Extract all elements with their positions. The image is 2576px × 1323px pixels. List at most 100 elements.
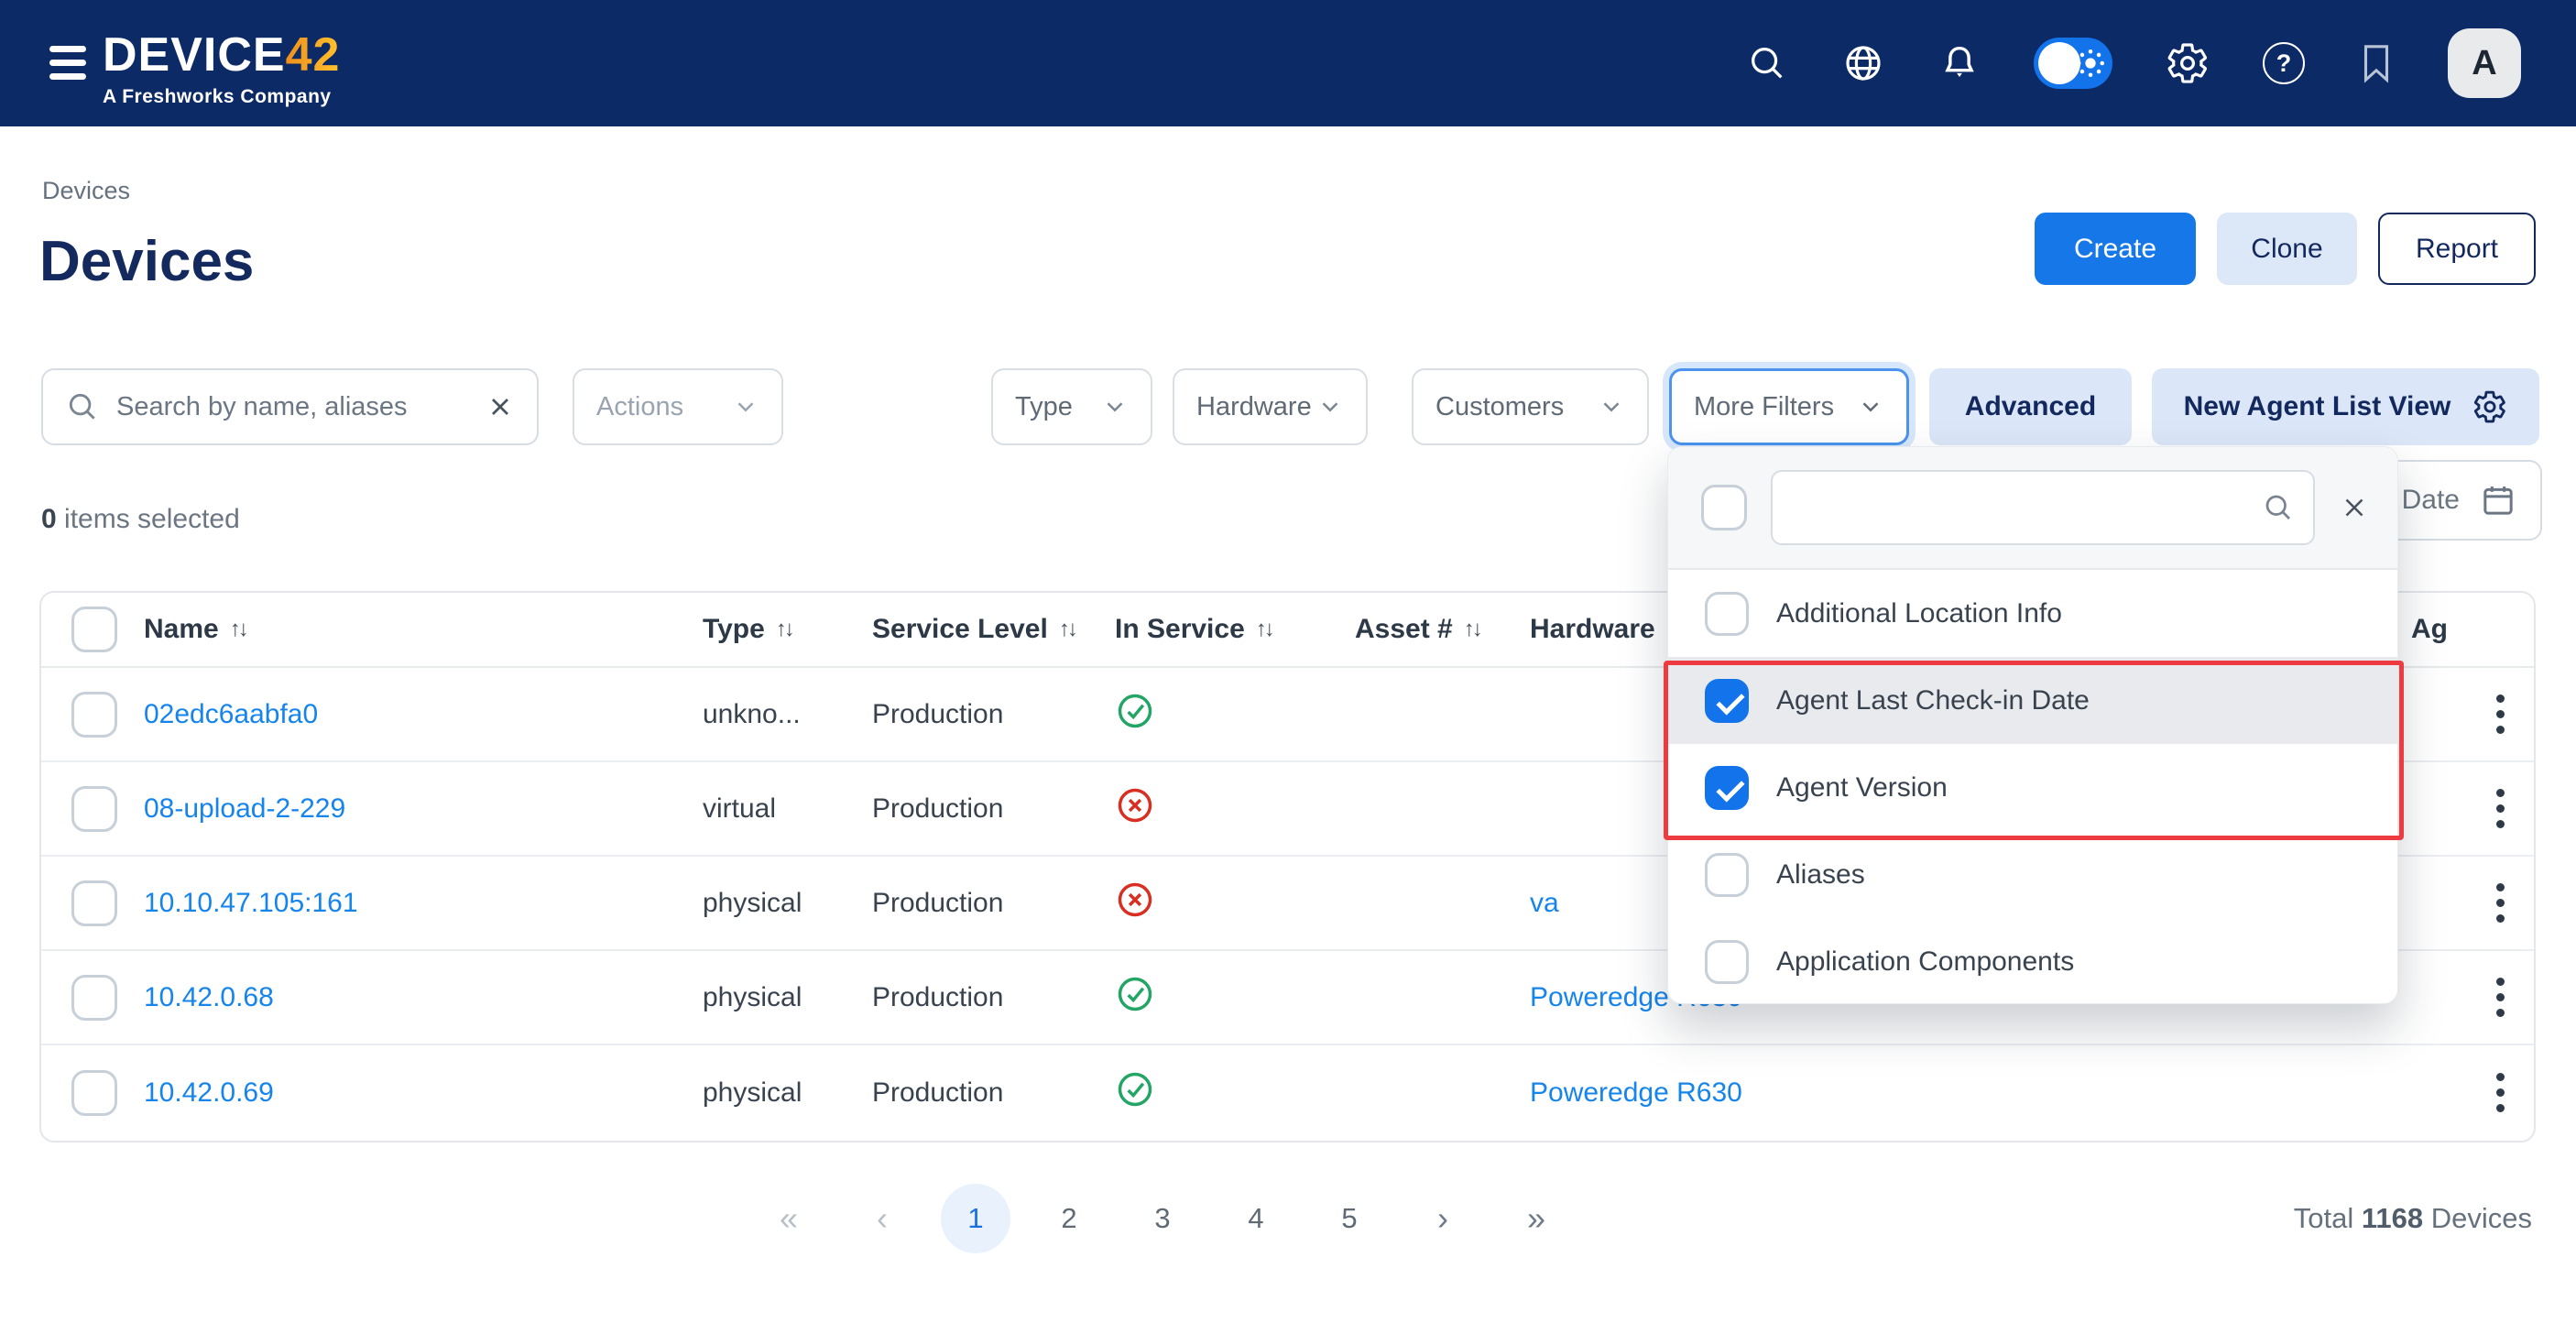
hardware-link[interactable]: Poweredge R630 bbox=[1530, 1077, 1742, 1108]
device-name-link[interactable]: 10.42.0.68 bbox=[144, 982, 274, 1012]
chevron-down-icon bbox=[1316, 393, 1344, 421]
device-name-link[interactable]: 02edc6aabfa0 bbox=[144, 699, 318, 729]
row-checkbox[interactable] bbox=[71, 1070, 117, 1116]
pagination-page-2[interactable]: 2 bbox=[1034, 1184, 1104, 1253]
sort-icon[interactable]: ↑↓ bbox=[230, 617, 246, 642]
select-all-checkbox[interactable] bbox=[71, 607, 117, 652]
menu-item-agent-last-check-in-date[interactable]: Agent Last Check-in Date bbox=[1668, 657, 2397, 744]
panel-select-all-checkbox[interactable] bbox=[1701, 485, 1747, 530]
type-filter-dropdown[interactable]: Type bbox=[991, 368, 1152, 445]
menu-checkbox[interactable] bbox=[1705, 766, 1749, 810]
menu-checkbox[interactable] bbox=[1705, 940, 1749, 984]
search-icon bbox=[65, 389, 100, 424]
customers-filter-dropdown[interactable]: Customers bbox=[1412, 368, 1649, 445]
row-menu-kebab-icon[interactable] bbox=[2496, 883, 2505, 923]
menu-checkbox[interactable] bbox=[1705, 679, 1749, 723]
row-checkbox[interactable] bbox=[71, 975, 117, 1021]
clone-button[interactable]: Clone bbox=[2217, 213, 2357, 285]
search-input[interactable] bbox=[116, 392, 469, 422]
pagination-prev[interactable]: ‹ bbox=[847, 1184, 917, 1253]
brand-tagline: A Freshworks Company bbox=[103, 86, 340, 108]
pagination: « ‹ 1 2 3 4 5 › » bbox=[754, 1184, 1571, 1253]
panel-search-input[interactable] bbox=[1773, 493, 2313, 522]
device-type: virtual bbox=[703, 793, 872, 825]
device-search bbox=[41, 368, 539, 445]
device-name-link[interactable]: 10.42.0.69 bbox=[144, 1077, 274, 1108]
chevron-down-icon bbox=[1598, 393, 1625, 421]
in-service-status-icon bbox=[1115, 785, 1355, 833]
create-button[interactable]: Create bbox=[2035, 213, 2196, 285]
notifications-bell-icon[interactable] bbox=[1938, 42, 1981, 84]
hamburger-menu-icon[interactable] bbox=[49, 46, 88, 80]
more-filters-dropdown[interactable]: More Filters bbox=[1669, 368, 1909, 445]
menu-item-aliases[interactable]: Aliases bbox=[1668, 831, 2397, 918]
pagination-next[interactable]: › bbox=[1408, 1184, 1478, 1253]
panel-search-row bbox=[1668, 447, 2397, 570]
brand-logo[interactable]: DEVICE42 A Freshworks Company bbox=[103, 27, 340, 108]
globe-icon[interactable] bbox=[1841, 41, 1885, 85]
selection-count: 0 items selected bbox=[41, 504, 240, 535]
search-icon[interactable] bbox=[1746, 42, 1788, 84]
calendar-icon bbox=[2480, 482, 2516, 519]
top-navbar: DEVICE42 A Freshworks Company ? bbox=[0, 0, 2576, 126]
breadcrumb[interactable]: Devices bbox=[42, 177, 130, 205]
pagination-first[interactable]: « bbox=[754, 1184, 824, 1253]
clear-search-icon[interactable] bbox=[486, 392, 515, 421]
pagination-last[interactable]: » bbox=[1501, 1184, 1571, 1253]
in-service-status-icon bbox=[1115, 974, 1355, 1022]
device-name-link[interactable]: 10.10.47.105:161 bbox=[144, 888, 358, 918]
sort-icon[interactable]: ↑↓ bbox=[1256, 617, 1272, 642]
sort-icon[interactable]: ↑↓ bbox=[1059, 617, 1075, 642]
table-row: 10.42.0.69 physical Production Poweredge… bbox=[41, 1045, 2534, 1140]
menu-item-additional-location-info[interactable]: Additional Location Info bbox=[1668, 570, 2397, 657]
new-agent-list-view-button[interactable]: New Agent List View bbox=[2152, 368, 2539, 445]
pagination-page-3[interactable]: 3 bbox=[1128, 1184, 1197, 1253]
row-checkbox[interactable] bbox=[71, 786, 117, 832]
search-icon bbox=[2262, 491, 2295, 524]
actions-dropdown[interactable]: Actions bbox=[573, 368, 783, 445]
theme-toggle[interactable] bbox=[2034, 38, 2112, 89]
menu-checkbox[interactable] bbox=[1705, 592, 1749, 636]
row-menu-kebab-icon[interactable] bbox=[2496, 978, 2505, 1017]
device-name-link[interactable]: 08-upload-2-229 bbox=[144, 793, 345, 824]
row-menu-kebab-icon[interactable] bbox=[2496, 789, 2505, 828]
panel-close-icon[interactable] bbox=[2339, 492, 2370, 523]
row-checkbox[interactable] bbox=[71, 692, 117, 738]
row-checkbox[interactable] bbox=[71, 880, 117, 926]
hardware-link[interactable]: va bbox=[1530, 888, 1559, 918]
hardware-filter-dropdown[interactable]: Hardware bbox=[1173, 368, 1368, 445]
help-icon[interactable]: ? bbox=[2263, 42, 2305, 84]
menu-item-agent-version[interactable]: Agent Version bbox=[1668, 744, 2397, 831]
advanced-button[interactable]: Advanced bbox=[1929, 368, 2132, 445]
report-button[interactable]: Report bbox=[2378, 213, 2536, 285]
user-avatar[interactable]: A bbox=[2448, 28, 2521, 98]
row-menu-kebab-icon[interactable] bbox=[2496, 1073, 2505, 1112]
column-header-type[interactable]: Type↑↓ bbox=[703, 614, 872, 645]
column-header-asset[interactable]: Asset #↑↓ bbox=[1355, 614, 1530, 645]
page-title: Devices bbox=[39, 229, 254, 294]
total-devices-summary: Total 1168 Devices bbox=[2294, 1202, 2532, 1235]
gear-icon bbox=[2472, 389, 2507, 424]
column-header-agent[interactable]: Ag bbox=[2411, 614, 2466, 645]
service-level: Production bbox=[872, 888, 1115, 919]
in-service-status-icon bbox=[1115, 880, 1355, 927]
devices-page: DEVICE42 A Freshworks Company ? bbox=[0, 0, 2576, 1323]
menu-item-application-components[interactable]: Application Components bbox=[1668, 918, 2397, 1005]
sort-icon[interactable]: ↑↓ bbox=[1464, 617, 1480, 642]
bookmark-icon[interactable] bbox=[2358, 42, 2395, 84]
column-header-name[interactable]: Name↑↓ bbox=[144, 614, 703, 645]
menu-checkbox[interactable] bbox=[1705, 853, 1749, 897]
sort-icon[interactable]: ↑↓ bbox=[776, 617, 792, 642]
pagination-page-4[interactable]: 4 bbox=[1221, 1184, 1291, 1253]
more-filters-panel: Additional Location Info Agent Last Chec… bbox=[1667, 446, 2398, 1004]
pagination-page-1[interactable]: 1 bbox=[941, 1184, 1010, 1253]
row-menu-kebab-icon[interactable] bbox=[2496, 694, 2505, 734]
service-level: Production bbox=[872, 982, 1115, 1013]
sun-icon bbox=[2075, 48, 2106, 79]
pagination-page-5[interactable]: 5 bbox=[1315, 1184, 1384, 1253]
chevron-down-icon bbox=[1857, 393, 1884, 421]
column-header-service-level[interactable]: Service Level↑↓ bbox=[872, 614, 1115, 645]
settings-gear-icon[interactable] bbox=[2166, 41, 2210, 85]
in-service-status-icon bbox=[1115, 1069, 1355, 1117]
column-header-in-service[interactable]: In Service↑↓ bbox=[1115, 614, 1355, 645]
